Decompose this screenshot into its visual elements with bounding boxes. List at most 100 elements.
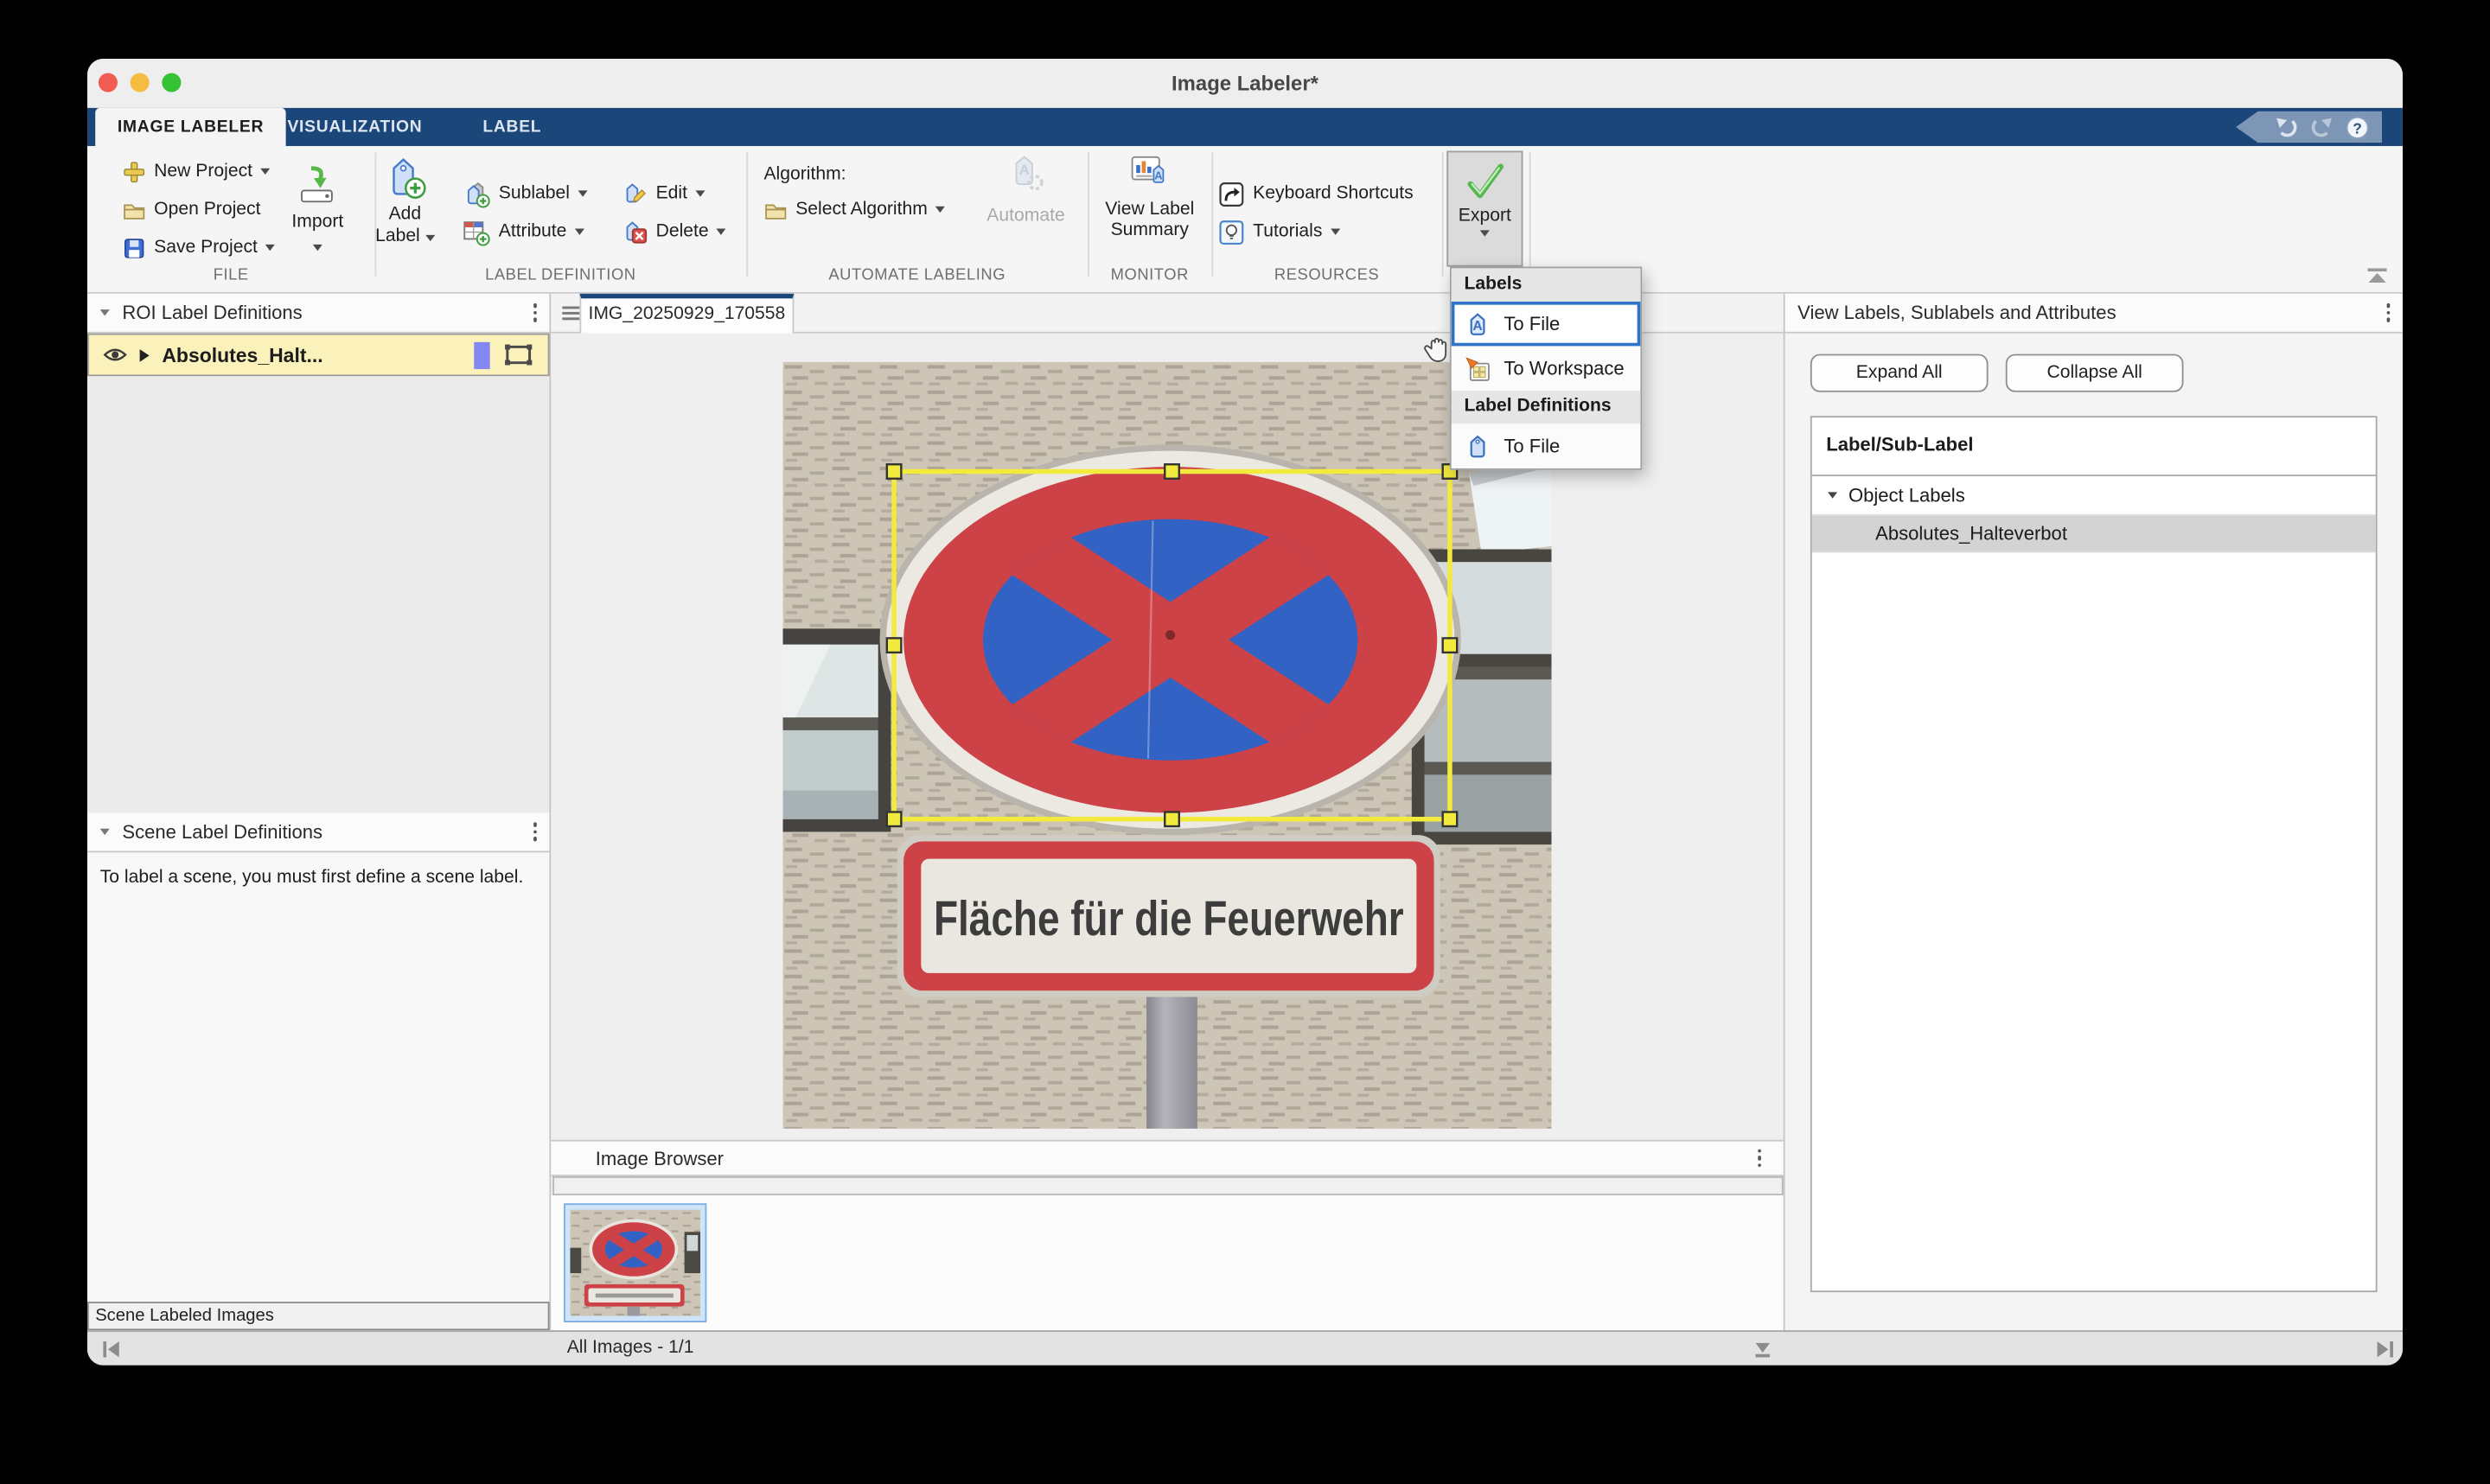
tab-list-icon[interactable] <box>562 306 579 321</box>
scene-header-label: Scene Label Definitions <box>122 821 322 844</box>
panel-menu-icon[interactable] <box>2386 303 2391 322</box>
panel-menu-icon[interactable] <box>1757 1149 1761 1167</box>
add-label-button[interactable]: Add Label <box>370 156 440 246</box>
menu-item-label: To File <box>1504 313 1560 335</box>
tab-image-labeler[interactable]: IMAGE LABELER <box>95 108 286 146</box>
app-window: Image Labeler* IMAGE LABELER VISUALIZATI… <box>87 59 2403 1366</box>
window-title: Image Labeler* <box>87 59 2403 108</box>
chevron-down-icon[interactable] <box>575 228 584 234</box>
last-image-icon[interactable] <box>2374 1338 2397 1360</box>
label-definitions-panel: ROI Label Definitions Absolutes_Halt... … <box>87 294 551 1330</box>
new-project-label: New Project <box>154 162 252 181</box>
save-project-button[interactable]: Save Project <box>122 233 275 262</box>
menu-header-labels: Labels <box>1452 268 1641 302</box>
table-row-object-labels[interactable]: Object Labels <box>1812 476 2376 516</box>
pan-hand-cursor <box>1418 332 1452 366</box>
chevron-down-icon[interactable] <box>1480 230 1490 236</box>
chevron-down-icon[interactable] <box>578 190 587 196</box>
chevron-down-icon[interactable] <box>695 190 705 196</box>
visibility-eye-icon[interactable] <box>103 346 127 363</box>
add-label-line2: Label <box>375 227 420 246</box>
labeled-photo[interactable]: Fläche für die Feuerwehr <box>783 362 1552 1129</box>
image-thumbnail-selected[interactable] <box>564 1203 706 1322</box>
open-project-button[interactable]: Open Project <box>122 195 260 224</box>
export-dropdown-menu: Labels A To File To Workspace Label Defi… <box>1450 267 1642 470</box>
roi-label-item[interactable]: Absolutes_Halt... <box>87 334 549 377</box>
first-image-icon[interactable] <box>100 1338 123 1360</box>
collapse-all-button[interactable]: Collapse All <box>2006 354 2184 392</box>
scene-labeled-images-strip[interactable]: Scene Labeled Images <box>87 1302 549 1330</box>
export-check-icon <box>1463 161 1507 202</box>
section-label-automate: AUTOMATE LABELING <box>746 267 1088 290</box>
delete-label: Delete <box>656 222 709 241</box>
redo-icon[interactable] <box>2309 115 2336 139</box>
view-label-summary-button[interactable]: A View Label Summary <box>1088 150 1211 239</box>
new-project-button[interactable]: New Project <box>122 157 270 186</box>
attribute-icon <box>462 219 490 245</box>
open-project-label: Open Project <box>154 200 260 219</box>
chevron-down-icon[interactable] <box>425 235 435 241</box>
roi-color-swatch[interactable] <box>473 341 490 369</box>
chevron-down-icon[interactable] <box>717 228 726 234</box>
select-algorithm-button[interactable]: Select Algorithm <box>763 195 945 224</box>
sublabel-icon <box>462 180 490 207</box>
import-button[interactable]: Import <box>283 165 353 256</box>
expand-arrow-icon[interactable] <box>140 348 150 361</box>
collapse-chevron-icon[interactable] <box>1828 492 1837 498</box>
export-button[interactable]: Export <box>1446 150 1523 266</box>
menu-item-definitions-to-file[interactable]: To File <box>1452 424 1641 468</box>
chevron-down-icon[interactable] <box>265 245 275 251</box>
sign-post <box>1146 997 1197 1128</box>
bottom-status-bar: All Images - 1/1 <box>87 1330 2403 1365</box>
minimize-button[interactable] <box>131 73 150 92</box>
keyboard-shortcuts-button[interactable]: Keyboard Shortcuts <box>1218 180 1414 208</box>
view-label-line2: Summary <box>1088 220 1211 239</box>
automate-button[interactable]: A Automate <box>974 152 1078 225</box>
collapse-toolstrip-icon[interactable] <box>2365 267 2390 284</box>
delete-button[interactable]: Delete <box>621 218 726 246</box>
zoom-button[interactable] <box>162 73 181 92</box>
help-icon[interactable]: ? <box>2346 115 2370 139</box>
algorithm-label: Algorithm: <box>763 161 846 189</box>
roi-label-name: Absolutes_Halt... <box>162 344 460 366</box>
close-button[interactable] <box>99 73 118 92</box>
divider <box>1529 152 1531 276</box>
table-row-absolutes-halteverbot[interactable]: Absolutes_Halteverbot <box>1812 516 2376 552</box>
chevron-down-icon[interactable] <box>313 245 322 251</box>
attribute-button[interactable]: Attribute <box>462 218 584 246</box>
panel-menu-icon[interactable] <box>533 823 537 841</box>
undo-icon[interactable] <box>2272 115 2299 139</box>
panel-menu-icon[interactable] <box>533 303 537 322</box>
tab-visualization[interactable]: VISUALIZATION <box>265 108 444 146</box>
menu-item-label: To Workspace <box>1504 357 1624 379</box>
chevron-down-icon[interactable] <box>935 207 945 213</box>
titlebar: Image Labeler* <box>87 59 2403 108</box>
collapse-chevron-icon[interactable] <box>100 829 110 835</box>
section-label-monitor: MONITOR <box>1088 267 1211 290</box>
expand-all-button[interactable]: Expand All <box>1810 354 1989 392</box>
chevron-down-icon[interactable] <box>1331 228 1340 234</box>
menu-item-labels-to-workspace[interactable]: To Workspace <box>1452 346 1641 390</box>
save-project-label: Save Project <box>154 239 258 258</box>
browser-scrollbar[interactable] <box>552 1176 1783 1195</box>
view-labels-header: View Labels, Sublabels and Attributes <box>1784 294 2402 334</box>
ribbon-toolbar: New Project Open Project Save Project Im… <box>87 146 2403 294</box>
label-summary-icon: A <box>1129 150 1171 192</box>
import-icon <box>297 165 338 207</box>
keyboard-shortcuts-icon <box>1218 180 1245 207</box>
tutorials-button[interactable]: Tutorials <box>1218 218 1340 246</box>
workspace-grid-icon <box>1464 355 1491 382</box>
scroll-to-bottom-icon[interactable] <box>1752 1338 1774 1360</box>
tag-icon <box>1464 433 1491 460</box>
chevron-down-icon[interactable] <box>260 169 270 175</box>
object-labels-group-label: Object Labels <box>1848 484 1965 506</box>
image-document-tab[interactable]: IMG_20250929_170558 <box>579 294 794 334</box>
sublabel-button[interactable]: Sublabel <box>462 180 587 208</box>
edit-label: Edit <box>656 184 687 203</box>
feuerwehr-plate: Fläche für die Feuerwehr <box>897 835 1440 997</box>
tab-label[interactable]: LABEL <box>461 108 564 146</box>
collapse-chevron-icon[interactable] <box>100 309 110 315</box>
edit-button[interactable]: Edit <box>621 180 705 208</box>
roi-definitions-header: ROI Label Definitions <box>87 294 549 334</box>
menu-item-labels-to-file[interactable]: A To File <box>1452 302 1641 346</box>
